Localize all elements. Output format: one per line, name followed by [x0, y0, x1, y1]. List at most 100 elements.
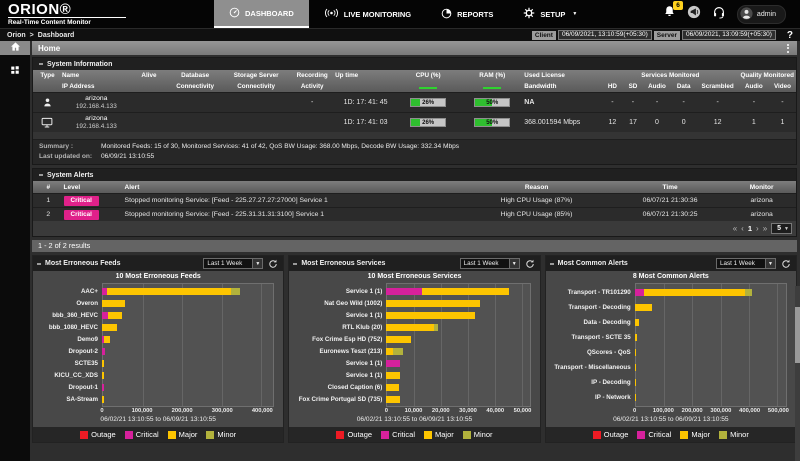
col-header: Time — [613, 184, 727, 191]
legend-item-minor: Minor — [463, 430, 493, 439]
col-header: Alive — [131, 72, 168, 79]
avatar — [740, 7, 753, 22]
level-badge: Critical — [64, 210, 99, 220]
user-menu[interactable]: admin — [737, 5, 786, 24]
chart-bars: Service 1 (1)Nat Geo Wild (1002)Service … — [294, 283, 534, 407]
chart-category-label: Demo9 — [38, 336, 102, 343]
chart-bar-row: RTL Klub (20) — [294, 324, 534, 331]
period-select[interactable]: Last 1 Week▼ — [460, 258, 520, 269]
bar-segment-major — [102, 324, 117, 331]
scrollbar-thumb[interactable] — [795, 307, 800, 363]
chart-category-label: Overon — [38, 300, 102, 307]
help-button[interactable]: ? — [787, 30, 793, 41]
kebab-menu-icon[interactable] — [785, 44, 791, 53]
period-value: Last 1 Week — [207, 260, 242, 267]
announcements-button[interactable] — [687, 5, 701, 24]
chart-plot: Service 1 (1)Nat Geo Wild (1002)Service … — [294, 283, 534, 407]
scrambled-count: 12 — [697, 119, 739, 126]
collapse-icon[interactable] — [550, 263, 554, 265]
pagination-next-button[interactable]: › — [756, 224, 759, 234]
alert-monitor: arizona — [727, 211, 796, 218]
bandwidth-value: 368.001594 Mbps — [524, 119, 602, 126]
client-time-label: Client — [532, 31, 556, 40]
chart-bar-row: Closed Caption (6) — [294, 384, 534, 391]
col-header: Monitor — [727, 184, 796, 191]
scrambled-count: - — [697, 99, 739, 106]
breadcrumb-current: Dashboard — [38, 32, 75, 39]
refresh-button[interactable] — [524, 258, 536, 270]
support-button[interactable] — [712, 5, 726, 24]
chart-date-range: 06/02/21 13:10:55 to 06/09/21 13:10:55 — [294, 416, 534, 427]
page-size-select[interactable]: 5 ▼ — [771, 223, 792, 234]
gear-icon — [523, 7, 535, 21]
collapse-icon[interactable] — [39, 174, 43, 176]
chart-bar-row: Overon — [38, 300, 278, 307]
system-alerts-panel: System Alerts # Level Alert Reason Time … — [32, 168, 797, 237]
chart-bar-row: IP - Network — [551, 394, 791, 401]
refresh-button[interactable] — [267, 258, 279, 270]
pagination-last-button[interactable]: » — [763, 224, 767, 234]
collapse-icon[interactable] — [37, 263, 41, 265]
breadcrumb-root[interactable]: Orion — [7, 32, 26, 39]
chevron-down-icon: ▼ — [572, 11, 577, 17]
alert-number: 1 — [33, 197, 64, 204]
chart-bar — [386, 324, 530, 331]
col-header: IP Address — [62, 83, 131, 90]
sidebar-home-button[interactable] — [0, 41, 30, 55]
most-erroneous-feeds-panel: Most Erroneous Feeds Last 1 Week▼ 10 Mos… — [32, 255, 284, 443]
refresh-button[interactable] — [780, 258, 792, 270]
summary-value: Monitored Feeds: 15 of 30, Monitored Ser… — [101, 143, 459, 150]
chart-bar — [102, 336, 274, 343]
chart-bar — [635, 319, 787, 326]
server-time-label: Server — [654, 31, 680, 40]
notifications-bell-button[interactable]: 6 — [663, 5, 676, 23]
bar-segment-major — [644, 289, 745, 296]
collapse-icon[interactable] — [293, 263, 297, 265]
col-header: Level — [64, 184, 125, 191]
nav-live-monitoring[interactable]: LIVE MONITORING — [309, 0, 426, 28]
bar-segment-major — [386, 300, 480, 307]
bar-segment-major — [386, 312, 475, 319]
nav-label: LIVE MONITORING — [344, 10, 411, 19]
pagination-prev-button[interactable]: ‹ — [741, 224, 744, 234]
alert-message: Stopped monitoring Service: [Feed - 225.… — [125, 197, 461, 204]
spacer — [33, 132, 796, 139]
nav-reports[interactable]: REPORTS — [426, 0, 508, 28]
legend-label: Outage — [91, 430, 116, 439]
chart-category-label: Service 1 (1) — [294, 312, 386, 319]
ram-legend-line — [460, 85, 524, 89]
nav-setup[interactable]: SETUP ▼ — [508, 0, 592, 28]
col-group-header: Services Monitored — [602, 72, 739, 79]
chart-category-label: SA-Stream — [38, 396, 102, 403]
chart-category-label: AAC+ — [38, 288, 102, 295]
pagination-first-button[interactable]: « — [733, 224, 737, 234]
col-header: Bandwidth — [524, 83, 602, 90]
chart-category-label: QScores - QoS — [551, 349, 635, 356]
chart-bar — [386, 288, 530, 295]
col-header: Type — [33, 72, 62, 79]
bar-segment-critical — [386, 360, 400, 367]
chart-category-label: SCTE35 — [38, 360, 102, 367]
quality-audio-count: - — [739, 99, 770, 106]
dashboard-gauge-icon — [229, 7, 240, 20]
x-tick-label: 40,000 — [486, 408, 504, 414]
bar-segment-minor — [393, 348, 403, 355]
chart-bar-row: bbb_1080_HEVC — [38, 324, 278, 331]
server-time-value: 06/09/2021, 13:09:59(+05:30) — [682, 30, 776, 40]
nav-dashboard[interactable]: DASHBOARD — [214, 0, 309, 28]
period-select[interactable]: Last 1 Week▼ — [203, 258, 263, 269]
period-select[interactable]: Last 1 Week▼ — [716, 258, 776, 269]
broadcast-icon — [324, 8, 339, 20]
vertical-scrollbar[interactable] — [795, 286, 800, 461]
chart-bar-row: Euronews Teszt (213) — [294, 348, 534, 355]
chart-bars: AAC+Overonbbb_360_HEVCbbb_1080_HEVCDemo9… — [38, 283, 278, 407]
sidebar-apps-button[interactable] — [0, 64, 30, 78]
hd-count: 12 — [602, 119, 623, 126]
chart-category-label: IP - Network — [551, 394, 635, 401]
collapse-icon[interactable] — [39, 63, 43, 65]
pagination-current-page[interactable]: 1 — [748, 224, 752, 233]
col-header: RAM (%) — [460, 72, 524, 79]
bar-segment-critical — [102, 348, 105, 355]
bar-segment-major — [104, 336, 110, 343]
summary-label: Summary : — [39, 143, 101, 150]
